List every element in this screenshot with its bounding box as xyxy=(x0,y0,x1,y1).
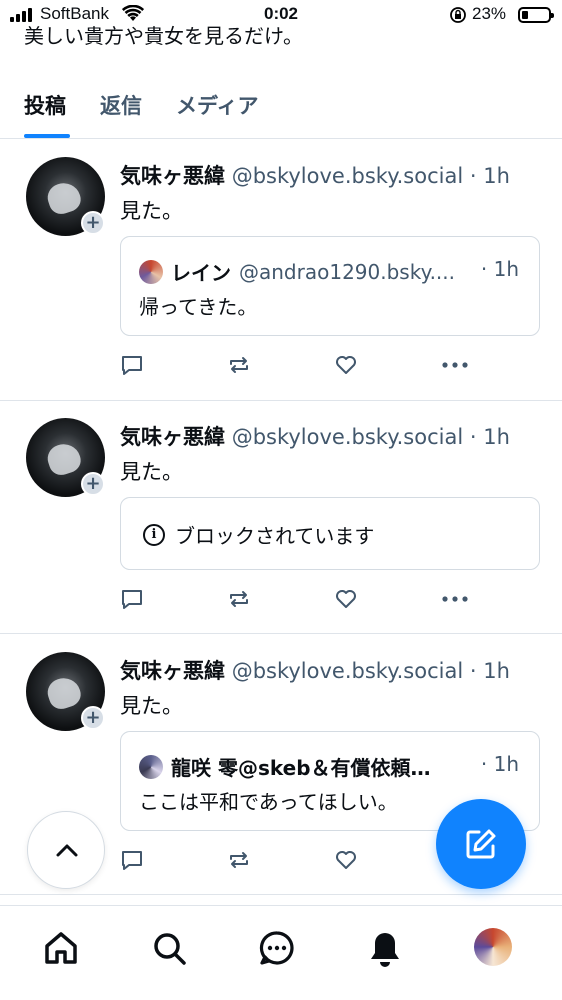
author-handle[interactable]: @bskylove.bsky.social xyxy=(232,659,463,683)
quoted-dot: · xyxy=(480,257,488,281)
active-tab-indicator xyxy=(24,134,70,138)
post-time[interactable]: 1h xyxy=(483,659,510,683)
search-icon[interactable] xyxy=(151,930,187,966)
avatar[interactable] xyxy=(474,928,512,966)
speech-bubble-icon[interactable] xyxy=(120,353,144,377)
author-name[interactable]: 気味ヶ悪緯 xyxy=(120,659,225,683)
follow-plus-icon[interactable]: + xyxy=(81,706,105,730)
feed-post[interactable]: + 気味ヶ悪緯 @bskylove.bsky.social · 1h 見た。 レ… xyxy=(0,140,562,401)
post-time[interactable]: 1h xyxy=(483,164,510,188)
tab-replies[interactable]: 返信 xyxy=(100,90,142,120)
quoted-text: 帰ってきた。 xyxy=(139,295,258,319)
profile-tabs: 投稿 返信 メディア xyxy=(0,84,562,139)
blocked-notice: ブロックされています xyxy=(175,524,375,548)
bell-icon[interactable] xyxy=(367,930,403,968)
repost-icon[interactable] xyxy=(227,353,251,377)
follow-plus-icon[interactable]: + xyxy=(81,472,105,496)
post-dot: · xyxy=(469,164,477,188)
profile-bio: 美しい貴方や貴女を見るだけ。 xyxy=(24,24,303,48)
quoted-avatar xyxy=(139,754,163,779)
speech-bubble-icon[interactable] xyxy=(120,848,144,872)
author-name[interactable]: 気味ヶ悪緯 xyxy=(120,425,225,449)
author-handle[interactable]: @bskylove.bsky.social xyxy=(232,425,463,449)
speech-bubble-icon[interactable] xyxy=(120,587,144,611)
feed-post[interactable]: + 気味ヶ悪緯 @bskylove.bsky.social · 1h 見た。 i… xyxy=(0,401,562,634)
post-dot: · xyxy=(469,659,477,683)
tab-posts[interactable]: 投稿 xyxy=(24,90,66,120)
quoted-author-handle: @andrao1290.bsky.... xyxy=(239,259,455,284)
heart-icon[interactable] xyxy=(334,353,358,377)
info-icon: i xyxy=(143,523,165,546)
chat-icon[interactable] xyxy=(259,930,295,966)
orientation-lock-icon xyxy=(450,7,466,23)
home-icon[interactable] xyxy=(43,930,79,966)
bottom-nav xyxy=(0,905,562,1000)
post-time[interactable]: 1h xyxy=(483,425,510,449)
author-name[interactable]: 気味ヶ悪緯 xyxy=(120,164,225,188)
quoted-avatar xyxy=(139,259,163,284)
compose-button[interactable] xyxy=(436,799,526,889)
quoted-post[interactable]: レイン @andrao1290.bsky.... · 1h 帰ってきた。 xyxy=(120,236,540,336)
quoted-time: 1h xyxy=(493,257,519,281)
repost-icon[interactable] xyxy=(227,587,251,611)
battery-icon xyxy=(518,7,554,23)
heart-icon[interactable] xyxy=(334,587,358,611)
follow-plus-icon[interactable]: + xyxy=(81,211,105,235)
heart-icon[interactable] xyxy=(334,848,358,872)
compose-icon xyxy=(466,829,496,859)
post-meta: 気味ヶ悪緯 @bskylove.bsky.social · 1h xyxy=(120,655,510,685)
post-text: 見た。 xyxy=(120,694,183,718)
author-handle[interactable]: @bskylove.bsky.social xyxy=(232,164,463,188)
quoted-author-name: レイン xyxy=(171,261,231,285)
tab-media[interactable]: メディア xyxy=(176,90,259,120)
ellipsis-icon[interactable] xyxy=(441,353,469,377)
post-meta: 気味ヶ悪緯 @bskylove.bsky.social · 1h xyxy=(120,421,510,451)
post-text: 見た。 xyxy=(120,460,183,484)
post-meta: 気味ヶ悪緯 @bskylove.bsky.social · 1h xyxy=(120,160,510,190)
blocked-quote: i ブロックされています xyxy=(120,497,540,570)
repost-icon[interactable] xyxy=(227,848,251,872)
post-text: 見た。 xyxy=(120,199,183,223)
quoted-dot: · xyxy=(480,752,488,776)
battery-percent: 23% xyxy=(472,4,507,23)
scroll-to-top-button[interactable] xyxy=(27,811,105,889)
ellipsis-icon[interactable] xyxy=(441,587,469,611)
quoted-author-name: 龍咲 零@skeb＆有償依頼… xyxy=(171,756,431,780)
post-dot: · xyxy=(469,425,477,449)
quoted-time: 1h xyxy=(493,752,519,776)
chevron-up-icon xyxy=(56,844,78,857)
quoted-text: ここは平和であってほしい。 xyxy=(139,790,398,814)
